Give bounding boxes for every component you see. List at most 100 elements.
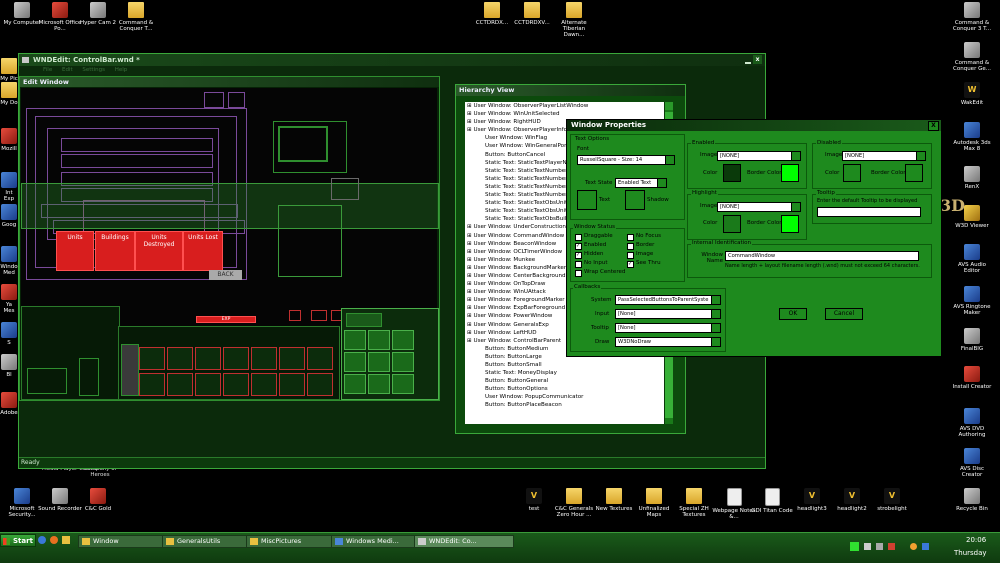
tree-item[interactable]: ⊞ User Window: ObserverPlayerListWindow: [465, 102, 664, 110]
chevron-down-icon[interactable]: [711, 310, 720, 318]
hud-slot[interactable]: [344, 330, 366, 350]
right-box[interactable]: [331, 178, 359, 200]
status-checkbox[interactable]: [575, 234, 582, 241]
scroll-up-arrow[interactable]: [665, 102, 673, 110]
right-hud-header[interactable]: [346, 313, 382, 327]
network-icon[interactable]: [864, 543, 871, 550]
command-slot[interactable]: [251, 347, 277, 370]
callback-input-dropdown[interactable]: [None]: [615, 309, 721, 319]
desktop-icon-recycle-bin[interactable]: Recycle Bin: [950, 488, 994, 512]
desktop-icon-headlight3[interactable]: Vheadlight3: [790, 488, 834, 512]
command-slot[interactable]: [279, 347, 305, 370]
highlight-color-swatch[interactable]: [723, 215, 741, 233]
units-button[interactable]: Units: [56, 231, 94, 271]
command-slot[interactable]: [139, 347, 165, 370]
command-slot[interactable]: [307, 347, 333, 370]
shadow-color-swatch[interactable]: [625, 190, 645, 210]
chevron-down-icon[interactable]: [791, 152, 800, 160]
tree-item[interactable]: Static Text: MoneyDisplay: [465, 369, 664, 377]
firefox-quicklaunch-icon[interactable]: [50, 536, 58, 544]
hud-slot[interactable]: [344, 352, 366, 372]
tooltip-input[interactable]: [817, 207, 921, 217]
hud-slot[interactable]: [368, 374, 390, 394]
units-lost-button[interactable]: Units Lost: [183, 231, 223, 271]
tray-green-square[interactable]: [850, 542, 859, 551]
properties-titlebar[interactable]: Window Properties X: [567, 120, 941, 131]
desktop-icon-mozilla[interactable]: Mozill: [0, 128, 18, 152]
command-window-highlight[interactable]: [21, 183, 439, 229]
highlight-image-dropdown[interactable]: [NONE]: [717, 202, 801, 212]
desktop-icon-gdi-titan[interactable]: GDI Titan Code: [750, 488, 794, 514]
desktop-icon-google[interactable]: Goog: [0, 204, 18, 228]
desktop-icon-zero-hour[interactable]: C&C Generals Zero Hour ...: [552, 488, 596, 518]
callback-draw-dropdown[interactable]: W3DNoDraw: [615, 337, 721, 347]
chevron-down-icon[interactable]: [916, 152, 925, 160]
radar-inner[interactable]: [278, 126, 328, 162]
tree-item[interactable]: Button: ButtonPlaceBeacon: [465, 401, 664, 409]
chevron-down-icon[interactable]: [665, 156, 674, 164]
minimize-button[interactable]: [745, 62, 751, 64]
desktop-icon-adobe[interactable]: Adobe: [0, 392, 18, 416]
start-button[interactable]: Start: [0, 534, 36, 547]
desktop-icon-avs-disc[interactable]: AVS Disc Creator: [950, 448, 994, 478]
desktop-icon-test[interactable]: Vtest: [512, 488, 556, 512]
folder-quicklaunch-icon[interactable]: [62, 536, 70, 544]
tree-item[interactable]: User Window: PopupCommunicator: [465, 393, 664, 401]
desktop-icon-ie[interactable]: Int Exp: [0, 172, 18, 202]
desktop-icon-my-do[interactable]: My Do: [0, 82, 18, 106]
text-color-swatch[interactable]: [577, 190, 597, 210]
menu-edit[interactable]: Edit: [62, 67, 73, 73]
menu-help[interactable]: Help: [115, 67, 128, 73]
security-icon[interactable]: [888, 543, 895, 550]
hud-slot[interactable]: [392, 330, 414, 350]
ie-quicklaunch-icon[interactable]: [38, 536, 46, 544]
minimap-frame[interactable]: [278, 205, 342, 277]
status-checkbox[interactable]: ✓: [627, 261, 634, 268]
wireframe-box[interactable]: [61, 154, 213, 168]
highlight-border-swatch[interactable]: [781, 215, 799, 233]
hud-slot[interactable]: [368, 352, 390, 372]
wndedit-titlebar[interactable]: WNDEdit: ControlBar.wnd * x: [19, 54, 765, 66]
tree-item[interactable]: ⊞ User Window: WinUnitSelected: [465, 110, 664, 118]
wireframe-box[interactable]: [61, 138, 213, 152]
tree-item[interactable]: Button: ButtonOptions: [465, 385, 664, 393]
command-slot[interactable]: [139, 373, 165, 396]
status-checkbox[interactable]: ✓: [575, 243, 582, 250]
command-slot[interactable]: [279, 373, 305, 396]
wireframe-box[interactable]: [228, 92, 245, 108]
font-dropdown[interactable]: RussellSquare - Size: 14: [577, 155, 675, 165]
desktop-icon-new-textures[interactable]: New Textures: [592, 488, 636, 512]
desktop-icon-alternate[interactable]: Alternate Tiberian Dawn...: [552, 2, 596, 38]
window-properties-dialog[interactable]: Window Properties X Text Options Font Ru…: [566, 119, 942, 357]
left-hud-inner[interactable]: [27, 368, 67, 394]
desktop-icon-finalbig[interactable]: FinalBIG: [950, 328, 994, 352]
status-checkbox[interactable]: ✓: [575, 252, 582, 259]
chevron-down-icon[interactable]: [791, 203, 800, 211]
desktop-icon-install-creator[interactable]: Install Creator: [950, 366, 994, 390]
callback-system-dropdown[interactable]: PassSelectedButtonsToParentSyste: [615, 295, 721, 305]
chevron-down-icon[interactable]: [711, 296, 720, 304]
taskbar-button-wndedit[interactable]: WNDEdit: Co...: [414, 535, 514, 548]
status-checkbox[interactable]: [575, 261, 582, 268]
small-red-box[interactable]: [289, 310, 301, 321]
enabled-color-swatch[interactable]: [723, 164, 741, 182]
command-slot[interactable]: [307, 373, 333, 396]
disabled-image-dropdown[interactable]: [NONE]: [842, 151, 926, 161]
desktop-icon-3dsmax[interactable]: Autodesk 3ds Max 8: [950, 122, 994, 152]
taskbar-button-generalsutils[interactable]: GeneralsUtils: [162, 535, 258, 548]
taskbar-button-window[interactable]: Window: [78, 535, 168, 548]
desktop-icon-avs-audio[interactable]: AVS Audio Editor: [950, 244, 994, 274]
hud-slot[interactable]: [392, 374, 414, 394]
taskbar-button-media-player[interactable]: Windows Medi...: [331, 535, 427, 548]
desktop-icon-strobelight[interactable]: Vstrobelight: [870, 488, 914, 512]
desktop-icon-my-pic[interactable]: My Pic: [0, 58, 18, 82]
command-slot[interactable]: [223, 347, 249, 370]
portrait-column[interactable]: [121, 344, 139, 396]
tree-item[interactable]: Button: ButtonSmall: [465, 361, 664, 369]
volume-icon[interactable]: [876, 543, 883, 550]
callback-tooltip-dropdown[interactable]: [None]: [615, 323, 721, 333]
ok-button[interactable]: OK: [779, 308, 807, 320]
menu-settings[interactable]: Settings: [82, 67, 105, 73]
desktop-icon-renx[interactable]: RenX: [950, 166, 994, 190]
desktop-icon-headlight2[interactable]: Vheadlight2: [830, 488, 874, 512]
